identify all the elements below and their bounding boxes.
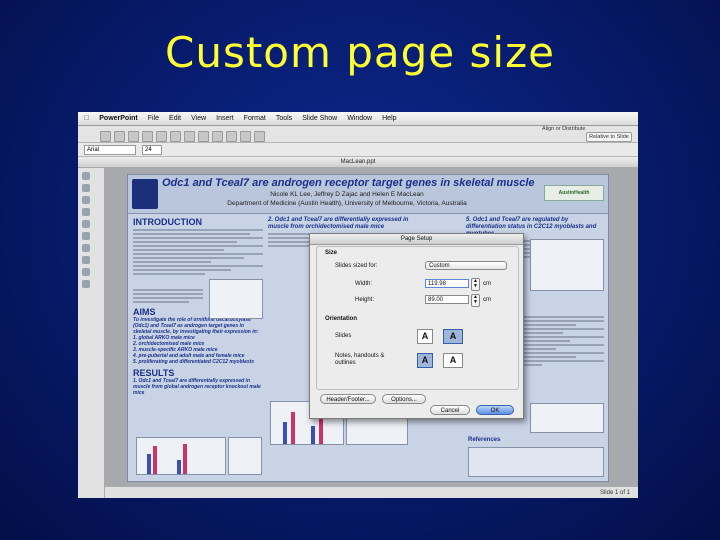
arrow-tool-icon[interactable] xyxy=(82,196,90,204)
save-icon[interactable] xyxy=(128,131,139,142)
column-2-subheading: 2. Odc1 and Tceal7 are differentially ex… xyxy=(268,217,409,230)
open-icon[interactable] xyxy=(114,131,125,142)
font-color-icon[interactable] xyxy=(82,268,90,276)
header-footer-button[interactable]: Header/Footer... xyxy=(320,394,376,404)
orientation-section-label: Orientation xyxy=(325,316,358,322)
document-title-bar: MacLean.ppt xyxy=(78,157,638,168)
austin-health-logo: AustinHealth xyxy=(544,185,604,201)
references-box xyxy=(468,447,604,477)
undo-icon[interactable] xyxy=(198,131,209,142)
font-size-field[interactable]: 24 xyxy=(142,145,162,155)
poster-header: Odc1 and Tceal7 are androgen receptor ta… xyxy=(128,175,608,214)
aims-item: 5. proliferating and differentiated C2C1… xyxy=(133,359,255,365)
notes-landscape-icon[interactable]: A xyxy=(443,353,463,368)
slides-landscape-icon[interactable]: A xyxy=(443,329,463,344)
width-label: Width: xyxy=(355,281,373,287)
notes-portrait-icon[interactable]: A xyxy=(417,353,433,368)
cancel-button[interactable]: Cancel xyxy=(430,405,470,415)
slides-portrait-icon[interactable]: A xyxy=(417,329,433,344)
height-stepper[interactable]: ▲ ▼ xyxy=(471,294,480,307)
table-icon[interactable] xyxy=(226,131,237,142)
fill-color-icon[interactable] xyxy=(82,244,90,252)
references-heading: References xyxy=(468,437,501,443)
width-field[interactable]: 119.98 xyxy=(425,279,469,288)
line-tool-icon[interactable] xyxy=(82,184,90,192)
apple-menu-icon[interactable]:  xyxy=(78,112,94,125)
aims-text: To investigate the role of ornithine dec… xyxy=(133,317,259,335)
formatting-toolbar: Arial 24 xyxy=(78,143,638,157)
poster-department: Department of Medicine (Austin Health), … xyxy=(227,200,467,207)
poster-authors: Nicole KL Lee, Jeffrey D Zajac and Helen… xyxy=(270,191,424,198)
select-tool-icon[interactable] xyxy=(82,172,90,180)
introduction-text xyxy=(133,229,263,275)
textbox-tool-icon[interactable] xyxy=(82,232,90,240)
model-diagram xyxy=(530,403,604,433)
size-section-label: Size xyxy=(325,250,338,256)
notes-orientation-label: Notes, handouts & outlines xyxy=(335,353,385,366)
menu-view[interactable]: View xyxy=(186,112,211,125)
menu-bar: PowerPointFileEditViewInsertFormatTools… xyxy=(78,112,638,126)
introduction-heading: INTRODUCTION xyxy=(133,217,202,227)
intro-text-2 xyxy=(133,289,203,303)
status-bar: Slide 1 of 1 xyxy=(105,486,638,498)
copy-icon[interactable] xyxy=(170,131,181,142)
menu-powerpoint[interactable]: PowerPoint xyxy=(94,112,143,125)
rectangle-tool-icon[interactable] xyxy=(82,208,90,216)
slide-title: Custom page size xyxy=(165,28,555,77)
font-name-field[interactable]: Arial xyxy=(84,145,136,155)
menu-edit[interactable]: Edit xyxy=(164,112,186,125)
dialog-title: Page Setup xyxy=(310,234,523,245)
line-color-icon[interactable] xyxy=(82,256,90,264)
align-distribute-palette: Align or Distribute Relative to Slide xyxy=(518,126,638,142)
standard-toolbar: Align or Distribute Relative to Slide xyxy=(78,126,638,143)
chart-icon[interactable] xyxy=(240,131,251,142)
university-crest-icon xyxy=(132,179,158,209)
redo-icon[interactable] xyxy=(212,131,223,142)
height-unit: cm xyxy=(483,297,491,303)
drawing-toolbar xyxy=(78,168,105,498)
menu-slide-show[interactable]: Slide Show xyxy=(297,112,342,125)
intro-figure xyxy=(209,279,263,319)
print-icon[interactable] xyxy=(142,131,153,142)
menu-format[interactable]: Format xyxy=(239,112,271,125)
slides-orientation-label: Slides xyxy=(335,333,352,339)
height-field[interactable]: 89.00 xyxy=(425,295,469,304)
menu-help[interactable]: Help xyxy=(377,112,401,125)
slides-sized-for-select[interactable]: Custom xyxy=(425,261,507,270)
align-caption: Align or Distribute xyxy=(542,126,586,132)
new-icon[interactable] xyxy=(100,131,111,142)
menu-insert[interactable]: Insert xyxy=(211,112,239,125)
zoom-icon[interactable] xyxy=(254,131,265,142)
results-subheading: 1. Odc1 and Tceal7 are differentially ex… xyxy=(133,378,261,396)
relative-to-slide-button[interactable]: Relative to Slide xyxy=(586,132,632,142)
height-label: Height: xyxy=(355,297,375,303)
slides-sized-for-label: Slides sized for: xyxy=(335,263,378,269)
column-3-chart xyxy=(530,239,604,291)
oval-tool-icon[interactable] xyxy=(82,220,90,228)
ok-button[interactable]: OK xyxy=(476,405,514,415)
powerpoint-screenshot: PowerPointFileEditViewInsertFormatTools… xyxy=(78,112,638,498)
menu-window[interactable]: Window xyxy=(342,112,377,125)
dialog-panel: Size Slides sized for: Custom Width: 119… xyxy=(316,246,519,390)
shadow-icon[interactable] xyxy=(82,280,90,288)
width-stepper[interactable]: ▲ ▼ xyxy=(471,278,480,291)
options-button[interactable]: Options... xyxy=(382,394,426,404)
results-legend-box xyxy=(228,437,262,475)
results-chart-1 xyxy=(136,437,226,475)
results-heading: RESULTS xyxy=(133,368,175,378)
cut-icon[interactable] xyxy=(156,131,167,142)
menu-tools[interactable]: Tools xyxy=(271,112,297,125)
width-unit: cm xyxy=(483,281,491,287)
menu-file[interactable]: File xyxy=(143,112,164,125)
poster-title: Odc1 and Tceal7 are androgen receptor ta… xyxy=(162,177,535,189)
page-setup-dialog: Page Setup Size Slides sized for: Custom… xyxy=(309,233,524,419)
paste-icon[interactable] xyxy=(184,131,195,142)
